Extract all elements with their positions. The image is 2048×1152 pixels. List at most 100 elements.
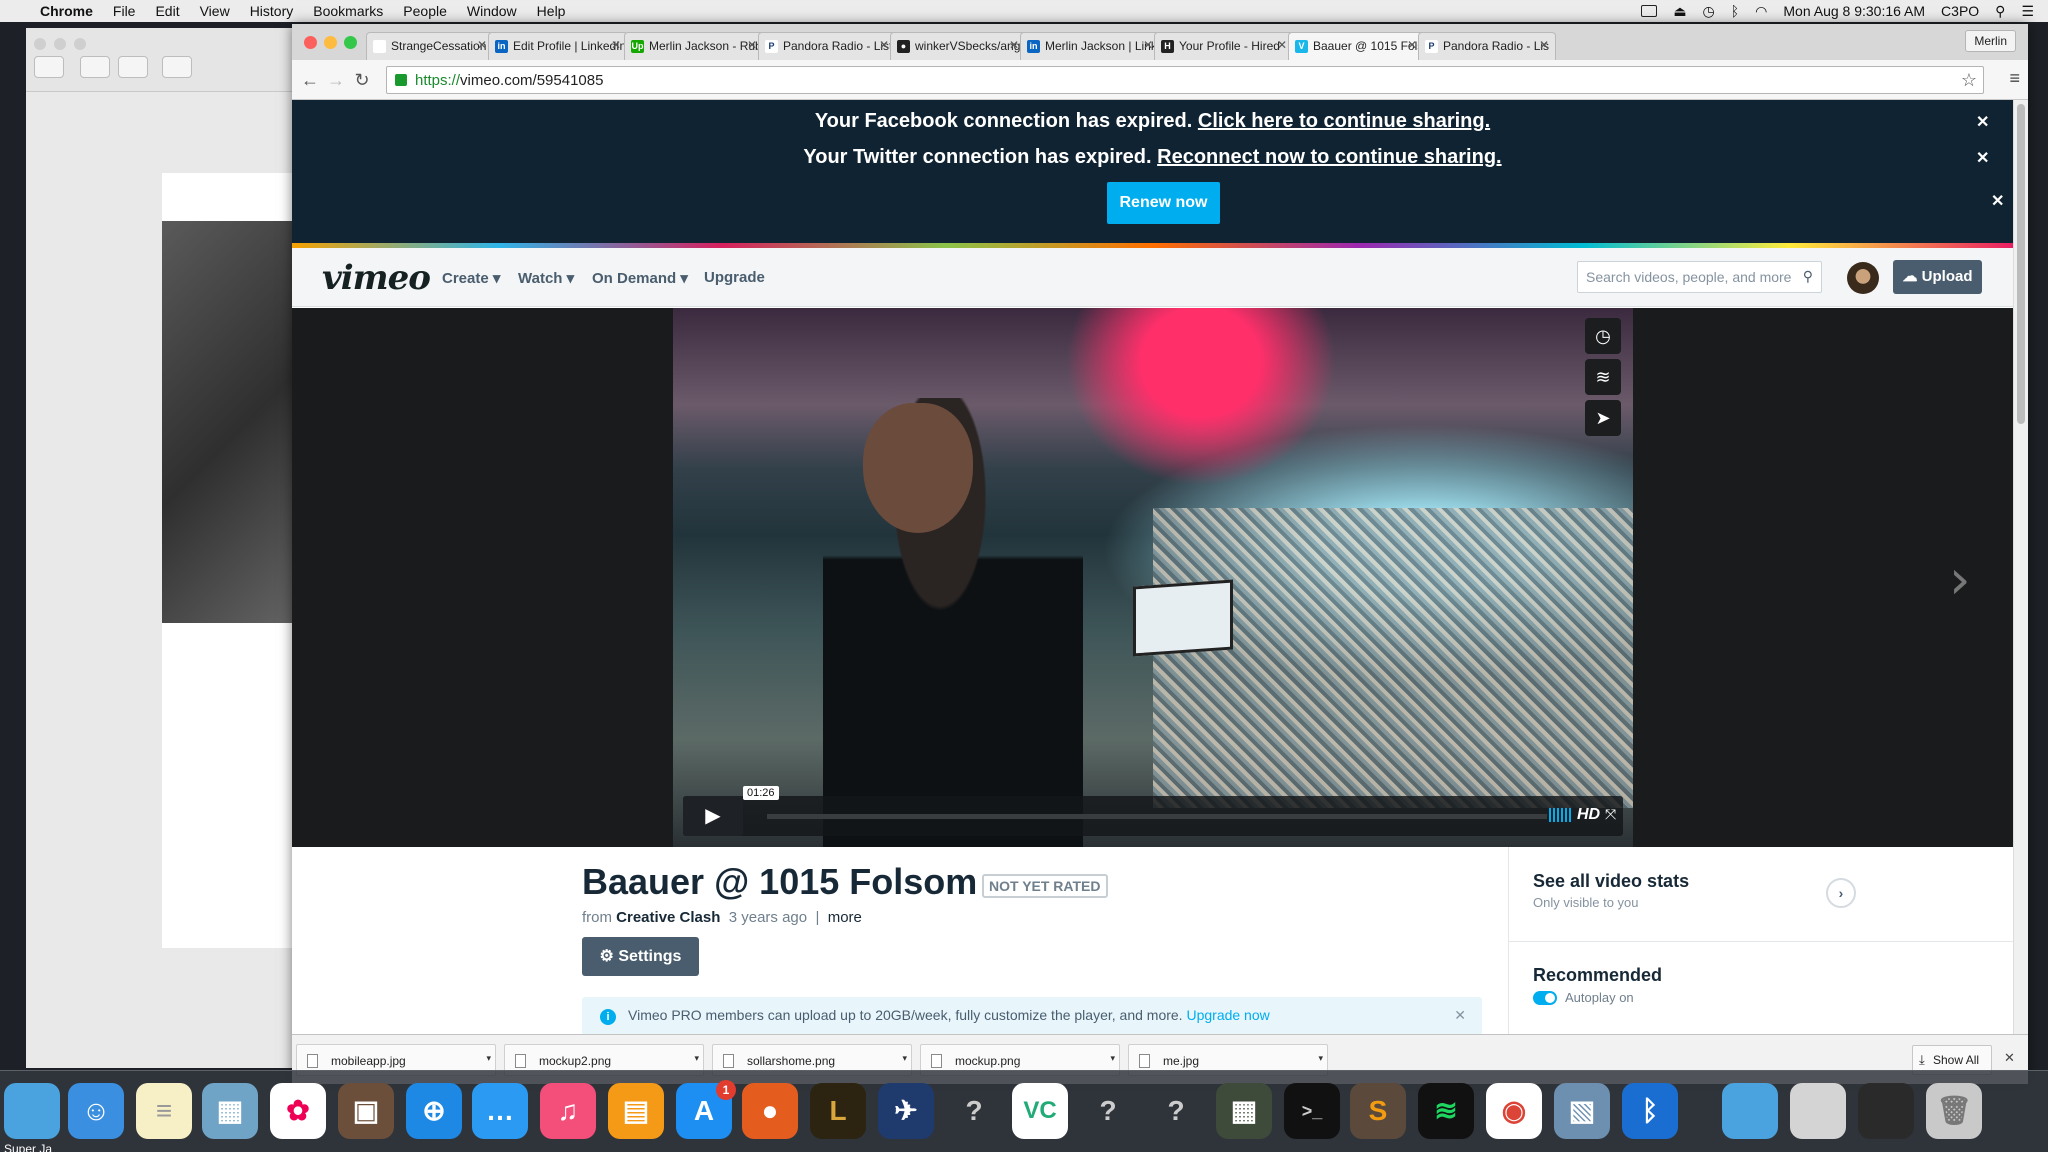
chevron-right-icon[interactable]: ›	[1826, 878, 1856, 908]
hd-toggle[interactable]: HD	[1577, 806, 1600, 824]
tab-close-icon[interactable]: ✕	[611, 38, 621, 52]
close-facebook-notice-icon[interactable]: ✕	[1976, 112, 1989, 132]
nav-upgrade[interactable]: Upgrade	[704, 269, 765, 286]
folder-icon[interactable]	[4, 1083, 60, 1139]
sublime-text-icon[interactable]: S	[1350, 1083, 1406, 1139]
upload-button[interactable]: ☁ Upload	[1893, 260, 1982, 294]
bluetooth-icon[interactable]: ᛒ	[1731, 3, 1739, 19]
browser-tab[interactable]: VBaauer @ 1015 Folsom✕	[1288, 32, 1424, 60]
renew-now-button[interactable]: Renew now	[1107, 182, 1220, 224]
browser-tab[interactable]: P Pandora Radio - Listen ✕	[758, 32, 896, 60]
user-name[interactable]: C3PO	[1941, 3, 1979, 19]
vnc-viewer-icon[interactable]: VC	[1012, 1083, 1068, 1139]
upgrade-now-link[interactable]: Upgrade now	[1186, 1007, 1269, 1023]
tab-close-icon[interactable]: ✕	[1143, 38, 1153, 52]
chrome-icon[interactable]: ◉	[1486, 1083, 1542, 1139]
back-button[interactable]: ←	[298, 68, 322, 92]
video-frame[interactable]: ◷ ≋ ➤ ▶ 01:26 HD ⤧	[673, 308, 1633, 847]
calendar-icon[interactable]: ▦	[202, 1083, 258, 1139]
forward-button[interactable]: →	[324, 68, 348, 92]
window-minimize-icon[interactable]	[54, 38, 66, 50]
twitter-reconnect-link[interactable]: Reconnect now to continue sharing.	[1157, 146, 1501, 168]
progress-bar[interactable]	[767, 814, 1547, 819]
chrome-menu-icon[interactable]: ≡	[2009, 68, 2020, 89]
browser-tab[interactable]: Up Merlin Jackson - Ruby ✕	[624, 32, 764, 60]
download-options-icon[interactable]: ▾	[694, 1053, 699, 1064]
watch-later-icon[interactable]: ◷	[1585, 318, 1621, 354]
minimize-window-icon[interactable]	[324, 36, 337, 49]
browser-tab[interactable]: P Pandora Radio - Lis ✕	[1418, 32, 1556, 60]
settings-button[interactable]: ⚙ Settings	[582, 937, 699, 976]
tab-close-icon[interactable]: ✕	[1539, 38, 1549, 52]
download-options-icon[interactable]: ▾	[902, 1053, 907, 1064]
reload-button[interactable]: ↻	[350, 68, 374, 92]
play-button[interactable]: ▶	[683, 796, 743, 836]
menu-people[interactable]: People	[403, 3, 447, 19]
browser-tab[interactable]: ● winkerVSbecks/angula ✕	[890, 32, 1026, 60]
menu-file[interactable]: File	[113, 3, 136, 19]
sidebar-toggle-icon[interactable]	[34, 56, 64, 78]
avatar[interactable]	[1847, 262, 1879, 294]
tab-close-icon[interactable]: ✕	[1277, 38, 1287, 52]
scrollbar-thumb[interactable]	[2017, 104, 2025, 424]
documents-stack-icon[interactable]	[1858, 1083, 1914, 1139]
airplay-icon[interactable]	[1641, 5, 1658, 17]
browser-tab[interactable]: in Merlin Jackson | Linked ✕	[1020, 32, 1160, 60]
terminal-icon[interactable]: >_	[1284, 1083, 1340, 1139]
notes-icon[interactable]: ≡	[136, 1083, 192, 1139]
search-icon[interactable]: ⚲	[1803, 268, 1813, 285]
author-link[interactable]: Creative Clash	[616, 909, 720, 926]
app-store-icon[interactable]: A1	[676, 1080, 736, 1139]
browser-tab[interactable]: H Your Profile - Hired ✕	[1154, 32, 1294, 60]
downloads-stack-icon[interactable]	[1790, 1083, 1846, 1139]
fullscreen-icon[interactable]: ⤧	[1605, 806, 1616, 823]
menu-view[interactable]: View	[200, 3, 230, 19]
tab-close-icon[interactable]: ✕	[1009, 38, 1019, 52]
unknown-app-icon[interactable]: ?	[946, 1083, 1002, 1139]
nav-watch[interactable]: Watch ▾	[518, 269, 574, 287]
tab-close-icon[interactable]: ✕	[1407, 38, 1417, 52]
vimeo-logo[interactable]: vimeo	[322, 258, 431, 298]
close-renew-notice-icon[interactable]: ✕	[1991, 191, 2004, 211]
finder-icon[interactable]: ☺	[68, 1083, 124, 1139]
messages-icon[interactable]: …	[472, 1083, 528, 1139]
volume-icon[interactable]	[1549, 808, 1571, 822]
address-bar[interactable]: https://vimeo.com/59541085 ☆	[386, 66, 1984, 94]
browser-tab[interactable]: StrangeCessation ✕	[366, 32, 494, 60]
notification-center-icon[interactable]: ☰	[2021, 3, 2034, 20]
menu-history[interactable]: History	[250, 3, 294, 19]
preview-icon[interactable]: ▧	[1554, 1083, 1610, 1139]
unknown-app-icon-3[interactable]: ?	[1148, 1083, 1204, 1139]
photo-booth-icon[interactable]: ▦	[1216, 1083, 1272, 1139]
close-download-shelf-icon[interactable]: ✕	[2004, 1050, 2015, 1066]
wifi-icon[interactable]: ◠	[1755, 3, 1767, 20]
itunes-icon[interactable]: ♫	[540, 1083, 596, 1139]
download-options-icon[interactable]: ▾	[1110, 1053, 1115, 1064]
firefox-icon[interactable]: ●	[742, 1083, 798, 1139]
next-video-chevron-icon[interactable]: ›	[1949, 548, 1971, 611]
nav-on-demand[interactable]: On Demand ▾	[592, 269, 688, 287]
league-of-legends-icon[interactable]: L	[810, 1083, 866, 1139]
close-twitter-notice-icon[interactable]: ✕	[1976, 148, 1989, 168]
spotlight-icon[interactable]: ⚲	[1995, 3, 2005, 20]
zoom-in-icon[interactable]	[118, 56, 148, 78]
nav-create[interactable]: Create ▾	[442, 269, 500, 287]
tab-close-icon[interactable]: ✕	[747, 38, 757, 52]
collections-icon[interactable]: ≋	[1585, 359, 1621, 395]
close-notice-icon[interactable]: ✕	[1454, 1007, 1466, 1024]
close-window-icon[interactable]	[304, 36, 317, 49]
unknown-app-icon-2[interactable]: ?	[1080, 1083, 1136, 1139]
menu-window[interactable]: Window	[467, 3, 517, 19]
share-send-icon[interactable]: ➤	[1585, 400, 1621, 436]
cyberduck-icon[interactable]: ✈	[878, 1083, 934, 1139]
safari-icon[interactable]: ⊕	[406, 1083, 462, 1139]
menu-bookmarks[interactable]: Bookmarks	[313, 3, 383, 19]
window-zoom-icon[interactable]	[74, 38, 86, 50]
menu-app-name[interactable]: Chrome	[40, 3, 93, 19]
trash-icon[interactable]: 🗑	[1926, 1083, 1982, 1139]
image-capture-icon[interactable]: ▣	[338, 1083, 394, 1139]
zoom-out-icon[interactable]	[80, 56, 110, 78]
profile-button[interactable]: Merlin	[1965, 30, 2016, 52]
browser-tab[interactable]: in Edit Profile | LinkedIn ✕	[488, 32, 628, 60]
more-link[interactable]: more	[828, 909, 862, 926]
